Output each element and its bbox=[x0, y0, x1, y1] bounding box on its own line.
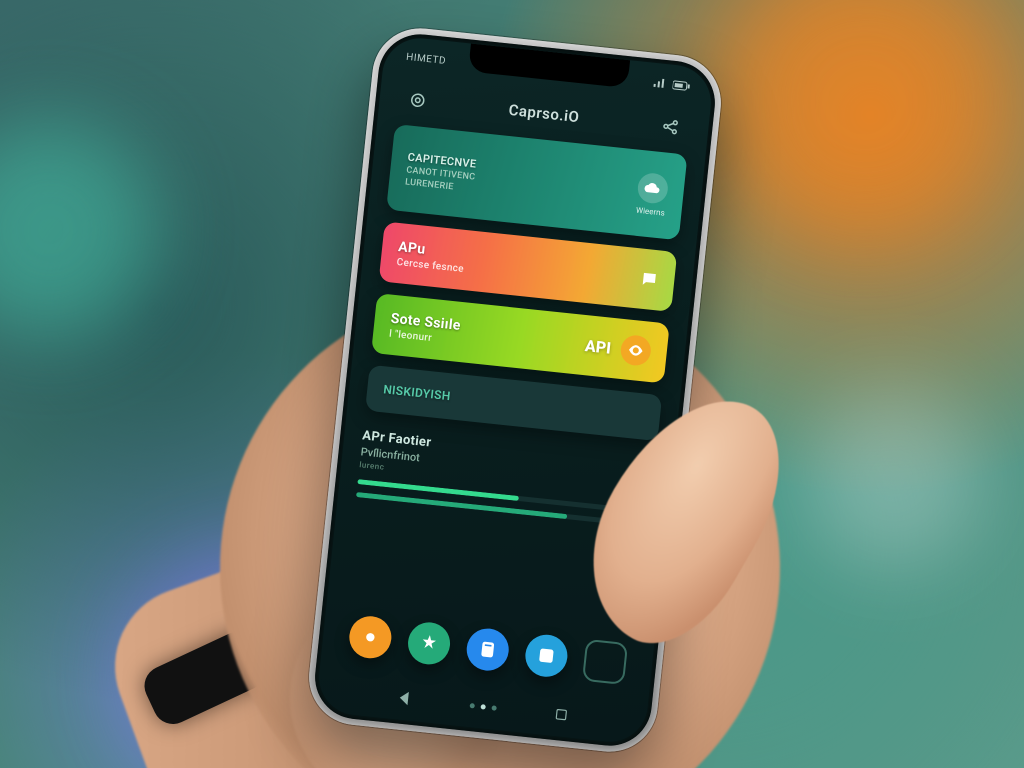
dock-item-5[interactable] bbox=[582, 639, 628, 685]
eye-icon bbox=[619, 334, 652, 367]
battery-icon bbox=[672, 80, 691, 92]
dock-item-4[interactable] bbox=[523, 633, 569, 679]
nav-home-dots[interactable] bbox=[469, 702, 496, 710]
bokeh-blob bbox=[804, 388, 984, 568]
card4-line1: NISKIDYISH bbox=[383, 382, 452, 403]
card1-badge: Wieerns bbox=[636, 205, 666, 217]
chat-icon bbox=[639, 270, 659, 290]
android-nav-bar bbox=[317, 681, 647, 731]
status-left-text: HIMETD bbox=[406, 51, 447, 66]
cloud-icon bbox=[636, 171, 669, 204]
target-icon[interactable] bbox=[402, 85, 433, 116]
dock-item-3[interactable] bbox=[465, 626, 511, 672]
signal-icon bbox=[652, 78, 667, 89]
nav-recent-icon[interactable] bbox=[553, 707, 568, 722]
nav-back-icon[interactable] bbox=[395, 689, 413, 707]
app-dock bbox=[339, 613, 636, 686]
card3-side-label: API bbox=[584, 336, 612, 358]
dock-item-1[interactable] bbox=[348, 614, 394, 660]
app-title: Caprso.iO bbox=[508, 101, 580, 126]
bokeh-blob bbox=[724, 0, 1004, 240]
feature-card-1[interactable]: CAPITECNVE CANOT ITIVENC LURENERIE Wieer… bbox=[386, 124, 687, 240]
bokeh-blob bbox=[0, 120, 160, 340]
dock-item-2[interactable] bbox=[406, 620, 452, 666]
phone-frame: HIMETD Caprso.iO bbox=[304, 24, 725, 757]
share-icon[interactable] bbox=[655, 111, 686, 142]
